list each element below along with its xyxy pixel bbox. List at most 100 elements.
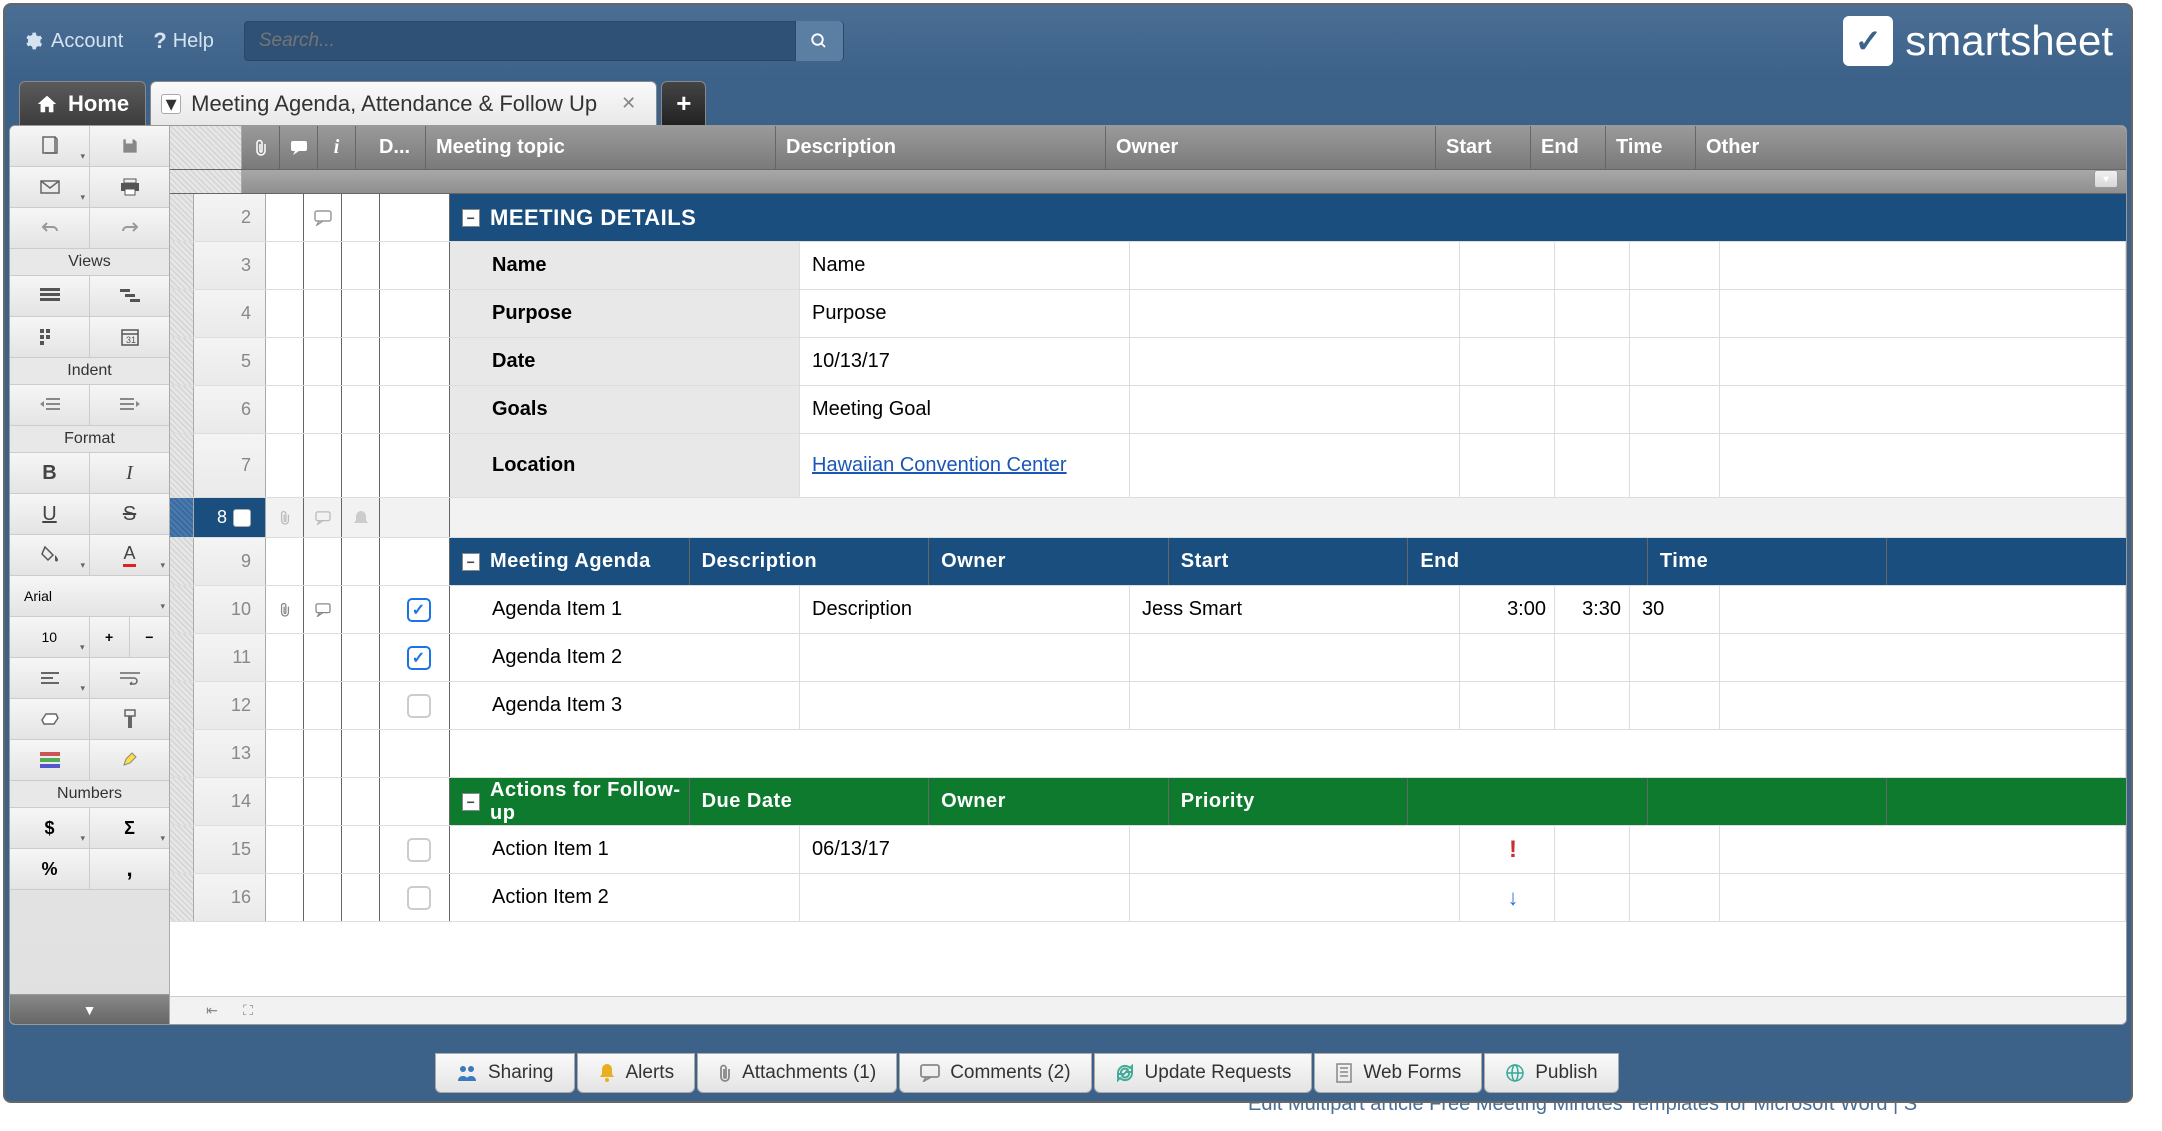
done-checkbox[interactable]: ✓ <box>407 598 431 622</box>
paperclip-icon[interactable] <box>279 602 291 618</box>
bold-button[interactable]: B <box>10 453 90 493</box>
column-dropdown[interactable]: ▾ <box>2094 170 2118 188</box>
alerts-tab[interactable]: Alerts <box>577 1053 696 1093</box>
data-row-14[interactable]: 14 −Actions for Follow-up Due Date Owner… <box>170 778 2126 826</box>
indicator-column-header[interactable]: i <box>318 126 356 169</box>
data-row-11[interactable]: 11 ✓ Agenda Item 2 <box>170 634 2126 682</box>
wrap-button[interactable] <box>90 658 169 698</box>
publish-tab[interactable]: Publish <box>1484 1053 1618 1093</box>
outdent-button[interactable] <box>10 385 90 425</box>
calendar-view-button[interactable]: 31 <box>90 317 169 357</box>
data-row-6[interactable]: 6 Goals Meeting Goal <box>170 386 2126 434</box>
data-row-15[interactable]: 15 Action Item 1 06/13/17 ! <box>170 826 2126 874</box>
clear-format-button[interactable] <box>10 699 90 739</box>
done-checkbox[interactable] <box>407 838 431 862</box>
sharing-tab[interactable]: Sharing <box>435 1053 575 1093</box>
highlight-button[interactable] <box>90 740 169 780</box>
start-column-header[interactable]: Start <box>1436 126 1531 169</box>
undo-button[interactable] <box>10 208 90 248</box>
data-row-12[interactable]: 12 Agenda Item 3 <box>170 682 2126 730</box>
eraser-icon <box>40 712 60 726</box>
done-checkbox[interactable] <box>407 694 431 718</box>
format-painter-button[interactable] <box>90 699 169 739</box>
data-row-8[interactable]: 8▾ <box>170 498 2126 538</box>
go-to-start-button[interactable]: ⇤ <box>194 1002 230 1019</box>
strikethrough-button[interactable]: S <box>90 494 169 534</box>
attachments-tab[interactable]: Attachments (1) <box>697 1053 897 1093</box>
data-row-13[interactable]: 13 <box>170 730 2126 778</box>
other-column-header[interactable]: Other <box>1696 126 2126 169</box>
topic-column-header[interactable]: Meeting topic <box>426 126 776 169</box>
currency-button[interactable]: $▾ <box>10 808 90 848</box>
italic-button[interactable]: I <box>90 453 169 493</box>
decrease-size-button[interactable]: − <box>130 617 169 657</box>
mail-button[interactable]: ▾ <box>10 167 90 207</box>
search-button[interactable] <box>795 21 843 61</box>
gantt-view-button[interactable] <box>90 276 169 316</box>
comment-icon[interactable] <box>314 210 332 226</box>
underline-button[interactable]: U <box>10 494 90 534</box>
fullscreen-button[interactable]: ⛶ <box>230 1002 266 1019</box>
account-link[interactable]: Account <box>51 30 123 53</box>
new-sheet-button[interactable]: ▾ <box>10 126 90 166</box>
paperclip-icon[interactable] <box>279 510 291 526</box>
comments-column-header[interactable] <box>280 126 318 169</box>
conditional-format-button[interactable] <box>10 740 90 780</box>
end-column-header[interactable]: End <box>1531 126 1606 169</box>
location-link[interactable]: Hawaiian Convention Center <box>812 454 1067 477</box>
redo-button[interactable] <box>90 208 169 248</box>
increase-size-button[interactable]: + <box>90 617 130 657</box>
done-checkbox[interactable]: ✓ <box>407 646 431 670</box>
data-row-5[interactable]: 5 Date 10/13/17 <box>170 338 2126 386</box>
description-column-header[interactable]: Description <box>776 126 1106 169</box>
comments-tab[interactable]: Comments (2) <box>899 1053 1091 1093</box>
close-icon[interactable]: ✕ <box>621 93 636 114</box>
logo-mark-icon: ✓ <box>1843 16 1893 66</box>
data-row-4[interactable]: 4 Purpose Purpose <box>170 290 2126 338</box>
update-requests-tab[interactable]: Update Requests <box>1094 1053 1313 1093</box>
data-row-7[interactable]: 7 Location Hawaiian Convention Center <box>170 434 2126 498</box>
data-row-3[interactable]: 3 Name Name <box>170 242 2126 290</box>
done-checkbox[interactable] <box>407 886 431 910</box>
card-view-button[interactable] <box>10 317 90 357</box>
search-input[interactable] <box>245 30 795 52</box>
search-box[interactable] <box>244 21 844 61</box>
attachments-column-header[interactable] <box>242 126 280 169</box>
collapse-icon[interactable]: − <box>462 793 480 811</box>
fill-color-button[interactable]: ▾ <box>10 535 90 575</box>
comment-icon[interactable] <box>315 511 331 525</box>
time-column-header[interactable]: Time <box>1606 126 1696 169</box>
collapse-icon[interactable]: − <box>462 553 480 571</box>
collapse-icon[interactable]: − <box>462 209 480 227</box>
new-tab-button[interactable]: + <box>661 81 706 125</box>
sum-button[interactable]: Σ▾ <box>90 808 169 848</box>
print-button[interactable] <box>90 167 169 207</box>
sheet-tab[interactable]: ▾ Meeting Agenda, Attendance & Follow Up… <box>150 81 657 125</box>
grid-view-button[interactable] <box>10 276 90 316</box>
reminder-icon[interactable] <box>354 510 368 526</box>
percent-button[interactable]: % <box>10 849 90 889</box>
save-button[interactable] <box>90 126 169 166</box>
font-size-select[interactable]: 10▾ <box>10 617 90 657</box>
text-color-button[interactable]: A▾ <box>90 535 169 575</box>
data-row-10[interactable]: 10 ✓ Agenda Item 1 Description Jess Smar… <box>170 586 2126 634</box>
row-number[interactable]: 2 <box>194 194 266 241</box>
expand-toolbar-button[interactable]: ▼ <box>10 994 169 1024</box>
done-column-header[interactable]: D... <box>356 126 426 169</box>
data-row-2[interactable]: 2 −MEETING DETAILS <box>170 194 2126 242</box>
align-button[interactable]: ▾ <box>10 658 90 698</box>
thousands-button[interactable]: , <box>90 849 169 889</box>
row-menu-dropdown[interactable]: ▾ <box>233 509 251 527</box>
comment-icon[interactable] <box>315 603 331 617</box>
help-link[interactable]: Help <box>173 30 214 53</box>
data-row-16[interactable]: 16 Action Item 2 ↓ <box>170 874 2126 922</box>
home-tab[interactable]: Home <box>19 81 146 125</box>
web-forms-tab[interactable]: Web Forms <box>1314 1053 1482 1093</box>
tab-dropdown[interactable]: ▾ <box>161 94 181 114</box>
save-icon <box>120 136 140 156</box>
font-select[interactable]: Arial▾ <box>10 576 169 616</box>
owner-column-header[interactable]: Owner <box>1106 126 1436 169</box>
indent-button[interactable] <box>90 385 169 425</box>
priority-high-icon: ! <box>1509 836 1517 864</box>
data-row-9[interactable]: 9 −Meeting Agenda Description Owner Star… <box>170 538 2126 586</box>
